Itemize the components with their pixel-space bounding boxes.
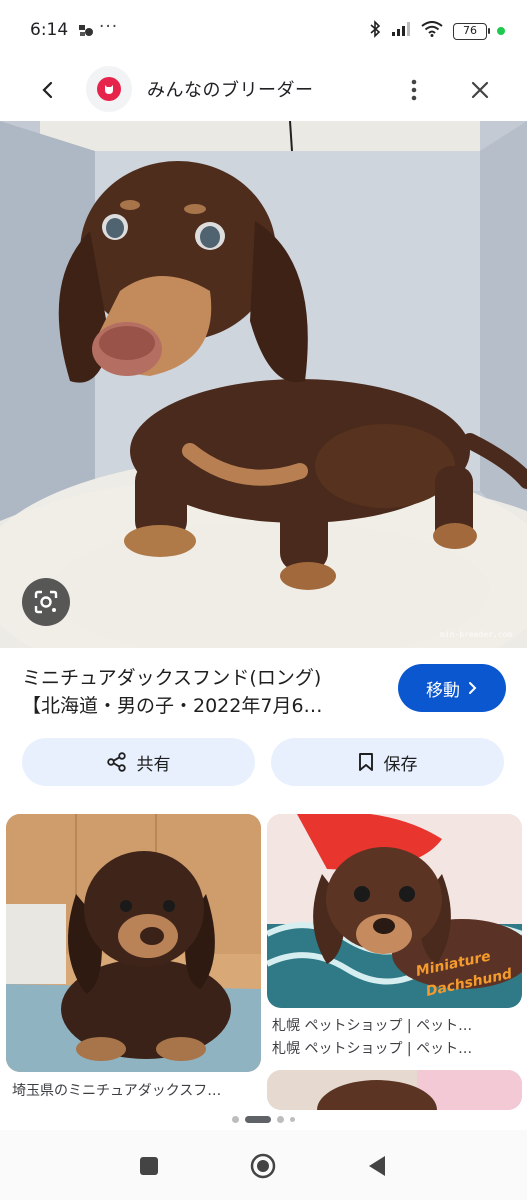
status-bar: 6:14 ··· 76: [0, 0, 527, 62]
related-image-3[interactable]: [267, 1070, 522, 1110]
recents-button[interactable]: [133, 1150, 165, 1182]
google-lens-icon: [34, 590, 58, 614]
home-circle-icon: [250, 1153, 276, 1179]
bluetooth-icon: [369, 20, 381, 42]
page-dot: [277, 1115, 284, 1123]
notification-icon: [78, 22, 94, 38]
dog-logo-icon: [97, 77, 121, 101]
chevron-left-icon: [42, 81, 53, 99]
triangle-back-icon: [369, 1156, 385, 1176]
share-icon: [106, 752, 126, 772]
back-button[interactable]: [30, 72, 66, 108]
lens-search-button[interactable]: [22, 578, 70, 626]
visit-button[interactable]: 移動: [398, 664, 506, 712]
related-image-2[interactable]: Miniature Dachshund: [267, 814, 522, 1008]
save-button[interactable]: 保存: [271, 738, 504, 786]
share-label: 共有: [136, 754, 171, 775]
system-back-button[interactable]: [361, 1150, 393, 1182]
status-time: 6:14: [30, 20, 69, 40]
main-image-dachshund[interactable]: [0, 121, 527, 648]
system-nav-bar: [0, 1130, 527, 1200]
chevron-right-icon: [469, 682, 477, 694]
privacy-indicator: [497, 27, 505, 35]
close-icon: [471, 81, 489, 99]
related-caption-1[interactable]: 埼玉県のミニチュアダックスフ…: [12, 1080, 260, 1100]
image-watermark: min-breeder.com: [440, 630, 513, 639]
related-caption-2b[interactable]: 札幌 ペットショップ | ペット…: [272, 1038, 520, 1058]
title-line-2: 【北海道・男の子・2022年7月6…: [22, 695, 323, 717]
page-dot: [290, 1116, 295, 1122]
signal-icon: [391, 21, 411, 41]
result-title[interactable]: ミニチュアダックスフンド(ロング) 【北海道・男の子・2022年7月6…: [22, 664, 382, 720]
battery-icon: 76: [453, 22, 490, 40]
save-label: 保存: [383, 754, 418, 775]
site-logo[interactable]: [86, 66, 132, 112]
bookmark-icon: [358, 753, 373, 771]
viewer-header: みんなのブリーダー: [0, 62, 527, 118]
more-vert-icon: [411, 79, 417, 101]
more-options-button[interactable]: [400, 72, 428, 108]
page-dot-active: [245, 1115, 271, 1123]
related-image-1[interactable]: [6, 814, 261, 1072]
share-button[interactable]: 共有: [22, 738, 255, 786]
square-icon: [140, 1157, 158, 1175]
site-name[interactable]: みんなのブリーダー: [147, 76, 314, 102]
carousel-indicator: [0, 1112, 527, 1126]
page-dot: [232, 1115, 239, 1123]
close-button[interactable]: [462, 72, 498, 108]
wifi-icon: [421, 21, 443, 41]
title-line-1: ミニチュアダックスフンド(ロング): [22, 667, 322, 689]
more-notifications-icon: ···: [99, 17, 119, 37]
visit-label: 移動: [426, 680, 460, 701]
home-button[interactable]: [247, 1150, 279, 1182]
related-caption-2[interactable]: 札幌 ペットショップ | ペット…: [272, 1015, 520, 1035]
